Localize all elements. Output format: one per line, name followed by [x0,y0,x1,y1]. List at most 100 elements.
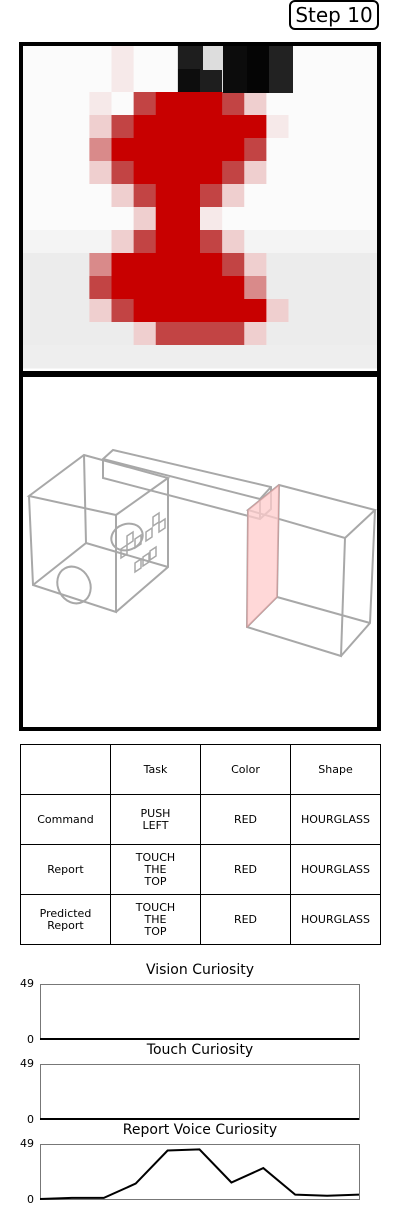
vision-pixel [67,345,90,369]
vision-pixel [222,230,245,254]
vision-dark-pixel [203,46,223,70]
vision-pixel [310,138,334,162]
table-cell: RED [200,794,291,845]
table-row: Predicted Report TOUCH THE TOP RED HOURGLASS [20,894,381,945]
plot-frame [40,1064,360,1120]
vision-pixel [67,161,90,185]
vision-pixel [332,115,356,139]
y-tick-label: 0 [27,1193,34,1206]
vision-pixel [354,92,377,116]
vision-pixel [23,322,46,346]
vision-pixel [244,253,267,277]
vision-pixel [111,299,135,323]
vision-pixel [332,322,356,346]
touch-view [19,373,381,731]
vision-pixel [244,276,267,300]
vision-pixel [288,253,312,277]
chart-title: Vision Curiosity [145,962,255,978]
left-cube [26,453,171,614]
table-row: Report TOUCH THE TOP RED HOURGLASS [20,844,381,895]
vision-dark-pixel [247,46,269,93]
vision-pixel [45,345,68,369]
vision-pixel [266,299,290,323]
vision-pixel [222,161,245,185]
vision-pixel [310,322,334,346]
vision-pixel [23,276,46,300]
vision-pixel [23,161,46,185]
vision-pixel [67,92,90,116]
y-tick-label: 0 [27,1113,34,1126]
vision-pixel [177,161,201,185]
vision-pixel [354,207,377,231]
vision-pixel [111,253,135,277]
vision-pixel [354,322,377,346]
table-cell: Task [110,744,201,795]
vision-pixel [310,345,334,369]
vision-pixel [200,69,223,93]
vision-dark-pixel [269,46,293,93]
vision-pixel [288,299,312,323]
chart-title: Report Voice Curiosity [122,1122,278,1138]
vision-pixel [200,345,223,369]
vision-pixel [23,184,46,208]
vision-pixel [310,46,334,70]
vision-pixel [332,299,356,323]
vision-pixel [155,207,179,231]
vision-pixel [133,161,157,185]
vision-pixel [200,184,223,208]
vision-pixel [89,230,113,254]
table-cell: Predicted Report [20,894,111,945]
table-cell: Report [20,844,111,895]
vision-pixel [89,276,113,300]
vision-pixel [177,299,201,323]
vision-pixel [177,276,201,300]
vision-pixel [354,161,377,185]
vision-pixel [89,115,113,139]
vision-pixel [133,69,157,93]
vision-pixel [288,230,312,254]
vision-pixel [266,138,290,162]
vision-pixel [332,345,356,369]
vision-pixel [111,322,135,346]
vision-pixel [111,46,135,70]
vision-pixel [222,345,245,369]
vision-pixel [288,345,312,369]
vision-pixel [222,207,245,231]
table-cell: PUSH LEFT [110,794,201,845]
vision-pixel [155,115,179,139]
table-cell: Command [20,794,111,845]
vision-pixel [177,230,201,254]
vision-pixel [222,322,245,346]
curiosity-plot [40,1064,360,1120]
vision-pixel [133,230,157,254]
vision-pixel [354,115,377,139]
vision-pixel [45,115,68,139]
vision-pixel [177,69,201,93]
vision-pixel [111,230,135,254]
vision-pixel [332,253,356,277]
vision-pixel [266,207,290,231]
vision-pixel [67,46,90,70]
vision-pixel [332,207,356,231]
vision-pixel [89,322,113,346]
vision-pixel [67,322,90,346]
vision-pixel [45,207,68,231]
vision-pixel [111,69,135,93]
vision-pixel [354,230,377,254]
vision-pixel [266,184,290,208]
vision-pixel [288,115,312,139]
vision-pixel [332,69,356,93]
vision-pixel [310,276,334,300]
vision-pixel [45,69,68,93]
vision-pixel [45,46,68,70]
vision-pixel [200,161,223,185]
vision-pixel [23,299,46,323]
vision-pixel [111,92,135,116]
vision-pixel [200,322,223,346]
vision-pixel [23,92,46,116]
vision-pixel [67,230,90,254]
vision-pixel [332,138,356,162]
vision-pixel [111,138,135,162]
vision-pixel [45,92,68,116]
vision-pixel [200,230,223,254]
